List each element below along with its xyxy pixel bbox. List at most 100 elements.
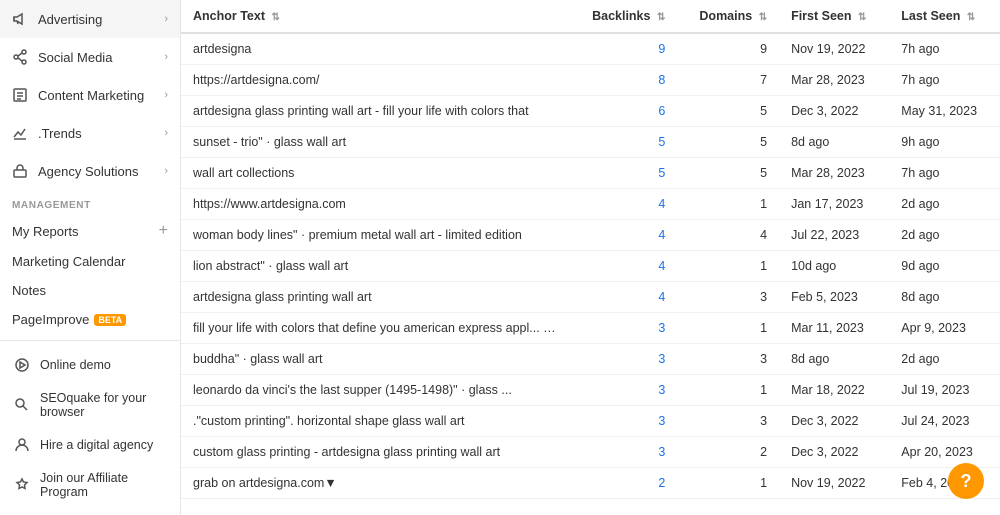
- cell-anchor-text: artdesigna: [181, 33, 569, 65]
- cell-anchor-text: buddha" · glass wall art: [181, 344, 569, 375]
- table-row[interactable]: sunset - trio" · glass wall art558d ago9…: [181, 127, 1000, 158]
- cell-anchor-text: https://artdesigna.com/: [181, 65, 569, 96]
- cell-last-seen: 2d ago: [889, 344, 1000, 375]
- cell-domains: 2: [677, 437, 779, 468]
- management-section-label: MANAGEMENT: [0, 190, 180, 215]
- col-anchor-text[interactable]: Anchor Text ⇅: [181, 0, 569, 33]
- cell-first-seen: Mar 28, 2023: [779, 65, 889, 96]
- sidebar-item-social-media-label: Social Media: [38, 50, 112, 65]
- col-last-seen[interactable]: Last Seen ⇅: [889, 0, 1000, 33]
- sidebar-item-custom-db[interactable]: Order custom database or report: [0, 507, 180, 515]
- chevron-right-icon: ›: [164, 127, 168, 139]
- cell-backlinks: 4: [569, 220, 677, 251]
- sort-last-seen-icon: ⇅: [967, 12, 975, 23]
- col-domains[interactable]: Domains ⇅: [677, 0, 779, 33]
- seoquake-label: SEOquake for your browser: [40, 391, 168, 419]
- cell-last-seen: 7h ago: [889, 65, 1000, 96]
- cell-anchor-text: woman body lines" · premium metal wall a…: [181, 220, 569, 251]
- sidebar-item-pageimprove[interactable]: PageImprove Beta: [0, 305, 180, 334]
- col-anchor-text-label: Anchor Text: [193, 9, 265, 23]
- col-first-seen-label: First Seen: [791, 9, 851, 23]
- cell-domains: 1: [677, 313, 779, 344]
- cell-domains: 4: [677, 220, 779, 251]
- table-row[interactable]: https://artdesigna.com/87Mar 28, 20237h …: [181, 65, 1000, 96]
- sidebar-item-social-media[interactable]: Social Media ›: [0, 38, 180, 76]
- table-row[interactable]: artdesigna glass printing wall art - fil…: [181, 96, 1000, 127]
- cell-domains: 5: [677, 158, 779, 189]
- trends-icon: [10, 123, 30, 143]
- cell-anchor-text: sunset - trio" · glass wall art: [181, 127, 569, 158]
- cell-last-seen: Apr 20, 2023: [889, 437, 1000, 468]
- cell-first-seen: Feb 5, 2023: [779, 282, 889, 313]
- cell-first-seen: Mar 11, 2023: [779, 313, 889, 344]
- sidebar-item-advertising[interactable]: Advertising ›: [0, 0, 180, 38]
- cell-backlinks: 5: [569, 127, 677, 158]
- cell-domains: 9: [677, 33, 779, 65]
- cell-first-seen: Nov 19, 2022: [779, 33, 889, 65]
- cell-first-seen: Dec 3, 2022: [779, 96, 889, 127]
- cell-first-seen: 10d ago: [779, 251, 889, 282]
- cell-last-seen: Jul 19, 2023: [889, 375, 1000, 406]
- cell-first-seen: 8d ago: [779, 344, 889, 375]
- sidebar-item-trends[interactable]: .Trends ›: [0, 114, 180, 152]
- cell-backlinks: 4: [569, 251, 677, 282]
- add-report-icon[interactable]: +: [159, 222, 168, 240]
- cell-anchor-text: wall art collections: [181, 158, 569, 189]
- table-row[interactable]: leonardo da vinci's the last supper (149…: [181, 375, 1000, 406]
- table-row[interactable]: https://www.artdesigna.com41Jan 17, 2023…: [181, 189, 1000, 220]
- table-row[interactable]: ."custom printing". horizontal shape gla…: [181, 406, 1000, 437]
- cell-first-seen: Dec 3, 2022: [779, 406, 889, 437]
- cell-last-seen: 2d ago: [889, 220, 1000, 251]
- cell-last-seen: 9h ago: [889, 127, 1000, 158]
- cell-domains: 1: [677, 468, 779, 499]
- my-reports-label: My Reports: [12, 224, 78, 239]
- chevron-right-icon: ›: [164, 165, 168, 177]
- sidebar-item-content-marketing-label: Content Marketing: [38, 88, 144, 103]
- cell-backlinks: 4: [569, 189, 677, 220]
- table-row[interactable]: buddha" · glass wall art338d ago2d ago: [181, 344, 1000, 375]
- sidebar-item-hire-agency[interactable]: Hire a digital agency: [0, 427, 180, 463]
- beta-badge: Beta: [94, 314, 126, 326]
- agency-icon: [10, 161, 30, 181]
- sidebar-item-agency-solutions[interactable]: Agency Solutions ›: [0, 152, 180, 190]
- sidebar-item-my-reports[interactable]: My Reports +: [0, 215, 180, 247]
- col-backlinks[interactable]: Backlinks ⇅: [569, 0, 677, 33]
- sort-backlinks-icon: ⇅: [657, 12, 665, 23]
- table-row[interactable]: lion abstract" · glass wall art4110d ago…: [181, 251, 1000, 282]
- col-first-seen[interactable]: First Seen ⇅: [779, 0, 889, 33]
- help-button[interactable]: ?: [948, 463, 984, 499]
- sidebar-item-seoquake[interactable]: SEOquake for your browser: [0, 383, 180, 427]
- cell-first-seen: 8d ago: [779, 127, 889, 158]
- demo-icon: [12, 355, 32, 375]
- table-row[interactable]: grab on artdesigna.com▼21Nov 19, 2022Feb…: [181, 468, 1000, 499]
- table-row[interactable]: custom glass printing - artdesigna glass…: [181, 437, 1000, 468]
- table-row[interactable]: fill your life with colors that define y…: [181, 313, 1000, 344]
- sidebar-item-marketing-calendar[interactable]: Marketing Calendar: [0, 247, 180, 276]
- sidebar-item-notes[interactable]: Notes: [0, 276, 180, 305]
- cell-domains: 1: [677, 251, 779, 282]
- content-icon: [10, 85, 30, 105]
- table-row[interactable]: artdesigna glass printing wall art43Feb …: [181, 282, 1000, 313]
- sidebar-item-online-demo[interactable]: Online demo: [0, 347, 180, 383]
- megaphone-icon: [10, 9, 30, 29]
- table-row[interactable]: woman body lines" · premium metal wall a…: [181, 220, 1000, 251]
- cell-domains: 3: [677, 344, 779, 375]
- table-row[interactable]: wall art collections55Mar 28, 20237h ago: [181, 158, 1000, 189]
- sidebar-item-agency-solutions-label: Agency Solutions: [38, 164, 138, 179]
- cell-domains: 1: [677, 375, 779, 406]
- table-row[interactable]: artdesigna99Nov 19, 20227h ago: [181, 33, 1000, 65]
- cell-last-seen: Apr 9, 2023: [889, 313, 1000, 344]
- cell-anchor-text: custom glass printing - artdesigna glass…: [181, 437, 569, 468]
- sidebar-item-content-marketing[interactable]: Content Marketing ›: [0, 76, 180, 114]
- sidebar-item-affiliate[interactable]: Join our Affiliate Program: [0, 463, 180, 507]
- cell-domains: 5: [677, 127, 779, 158]
- affiliate-label: Join our Affiliate Program: [40, 471, 168, 499]
- sidebar-divider: [0, 340, 180, 341]
- cell-first-seen: Jul 22, 2023: [779, 220, 889, 251]
- cell-backlinks: 3: [569, 313, 677, 344]
- cell-backlinks: 3: [569, 437, 677, 468]
- cell-backlinks: 3: [569, 375, 677, 406]
- cell-backlinks: 8: [569, 65, 677, 96]
- cell-last-seen: 8d ago: [889, 282, 1000, 313]
- affiliate-icon: [12, 475, 32, 495]
